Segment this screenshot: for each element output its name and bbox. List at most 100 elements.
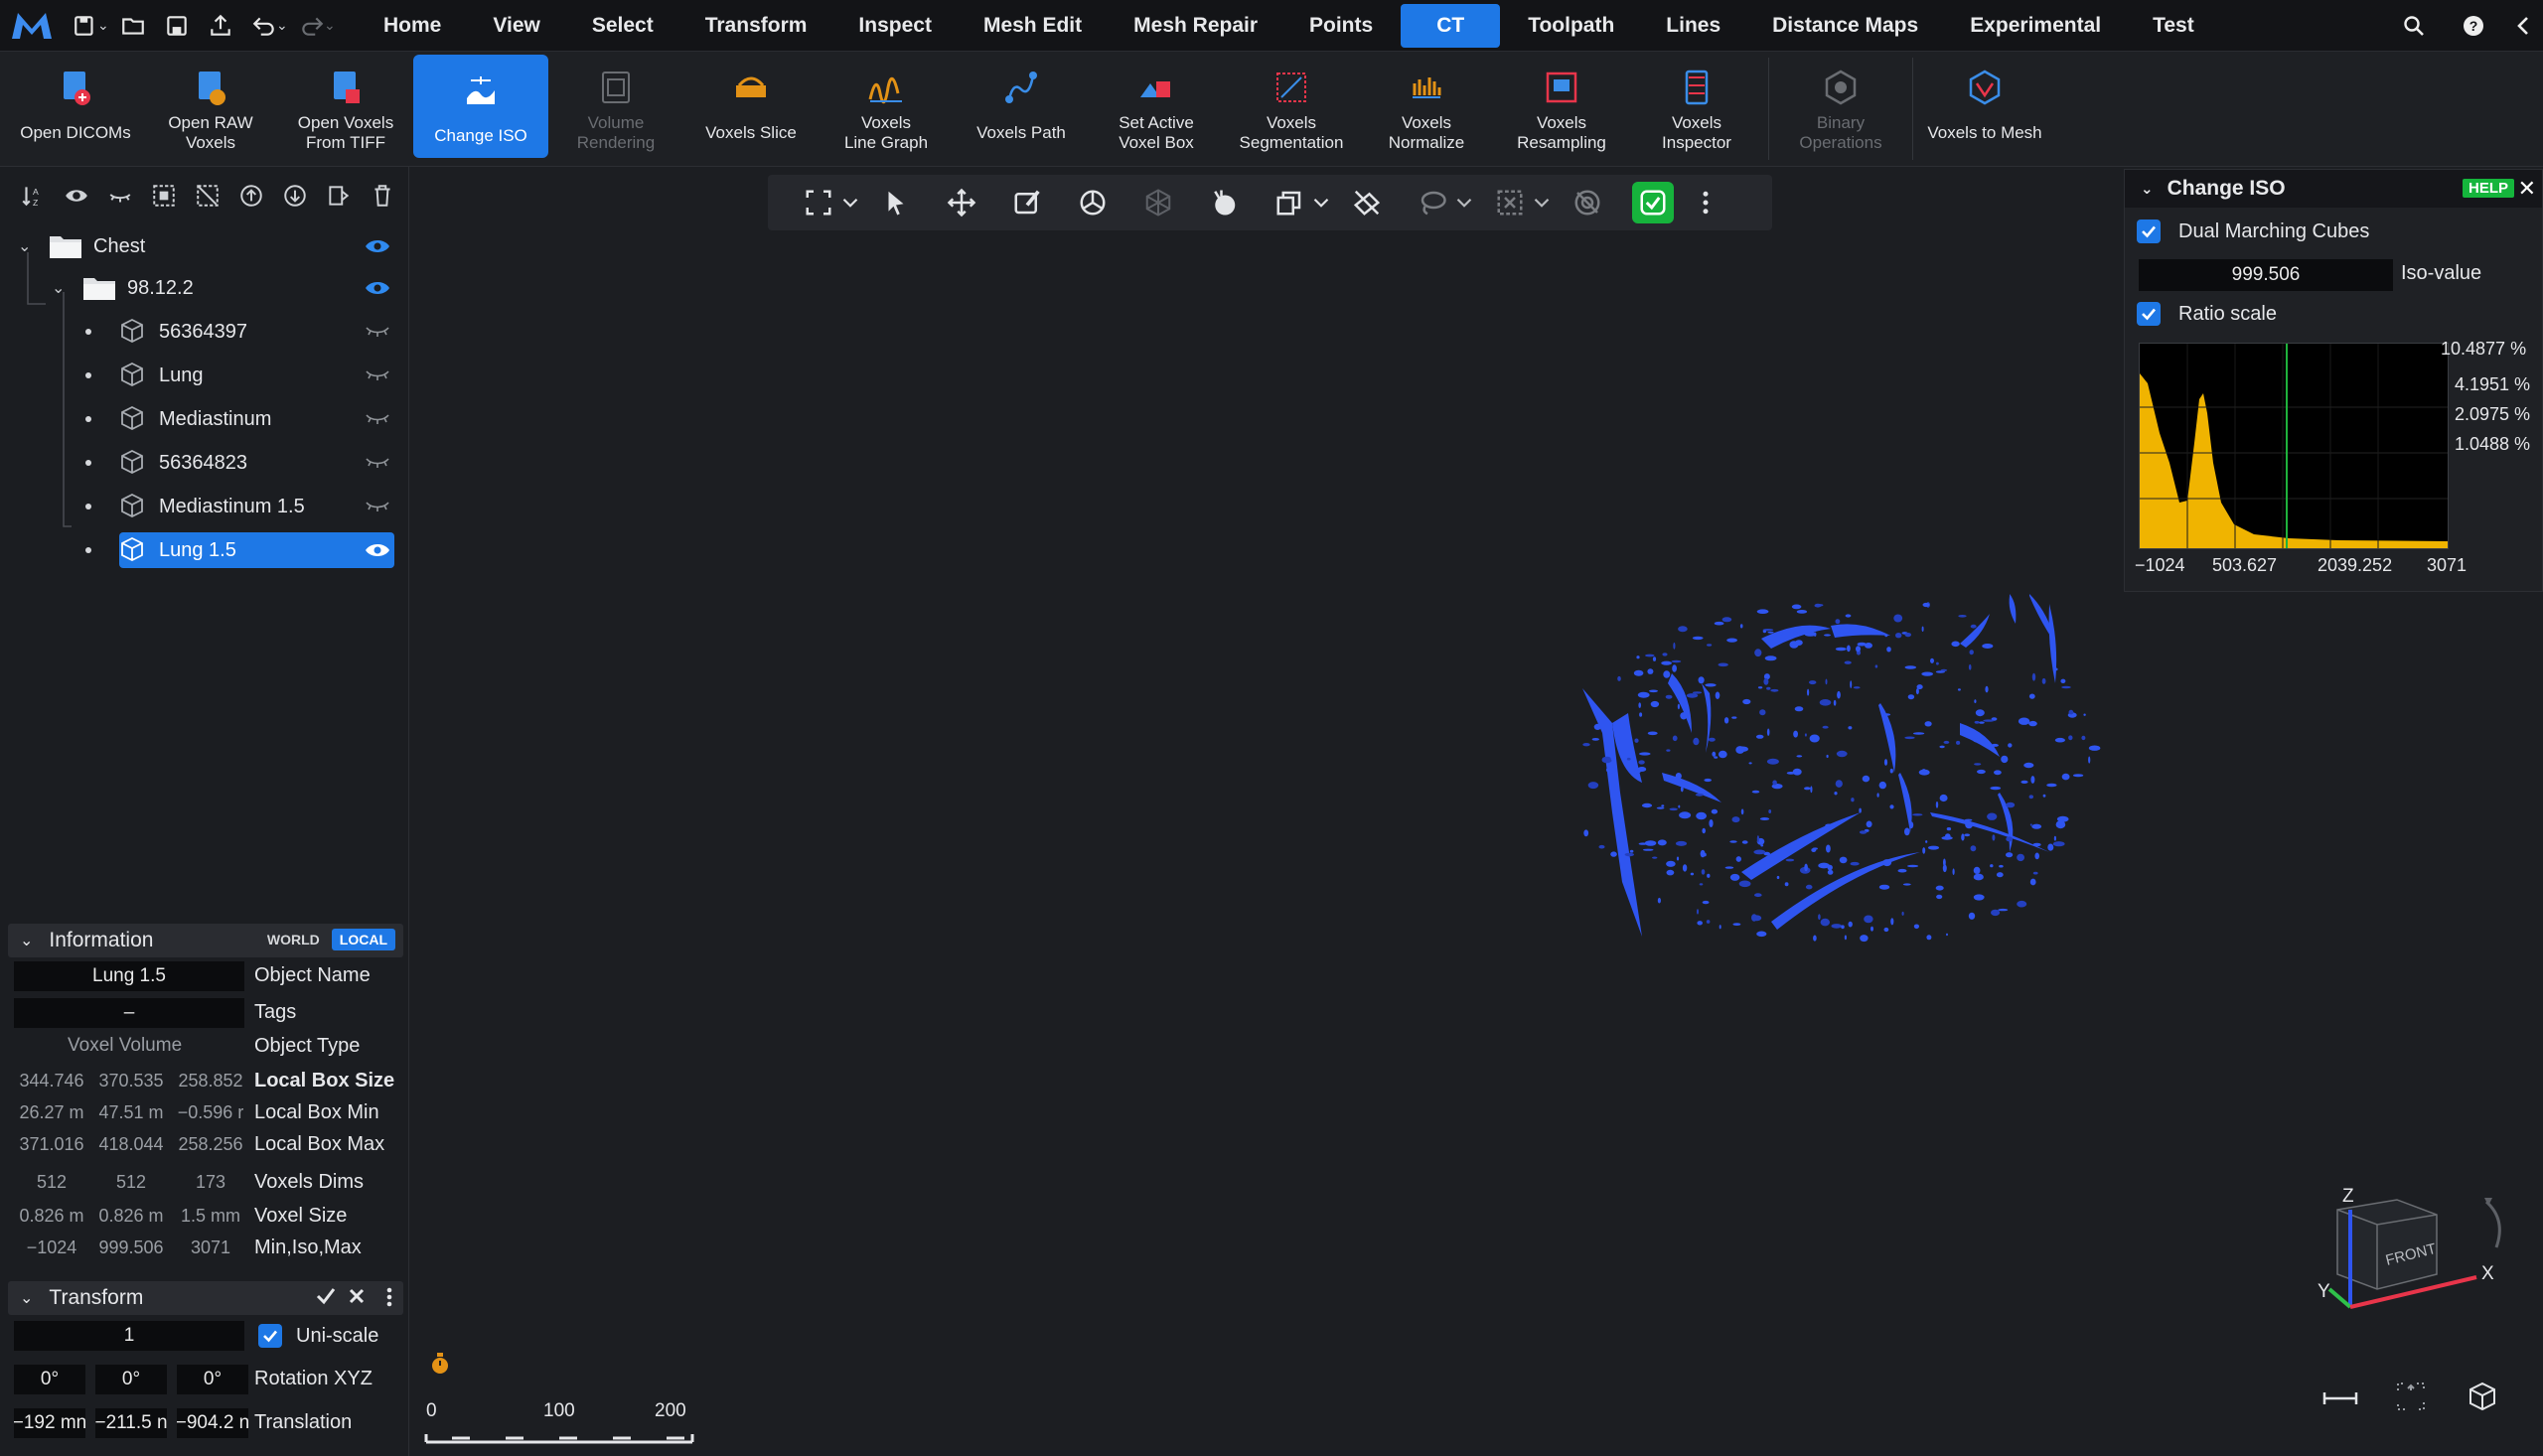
tree-item-lung[interactable]: Lung <box>85 356 395 395</box>
voxels-line-graph-button[interactable]: Voxels Line Graph <box>819 52 954 166</box>
move-icon[interactable] <box>929 175 994 230</box>
rotation-y-field[interactable]: 0° <box>95 1365 167 1394</box>
tree-item-mediastinum-1-5[interactable]: Mediastinum 1.5 <box>85 487 395 526</box>
local-toggle[interactable]: LOCAL <box>331 929 395 950</box>
menu-home[interactable]: Home <box>358 0 467 52</box>
uniscale-checkbox-row[interactable]: Uni-scale <box>258 1324 378 1348</box>
menu-lines[interactable]: Lines <box>1640 0 1746 52</box>
open-dicoms-button[interactable]: Open DICOMs <box>8 52 143 166</box>
open-folder-icon[interactable] <box>111 6 155 46</box>
dual-marching-cubes-row[interactable]: Dual Marching Cubes <box>2137 219 2369 243</box>
orbit-icon[interactable] <box>1060 175 1125 230</box>
menu-points[interactable]: Points <box>1283 0 1399 52</box>
transform-header[interactable]: ⌄ Transform <box>8 1281 403 1315</box>
menu-transform[interactable]: Transform <box>679 0 833 52</box>
disabled-gear-icon[interactable] <box>1555 175 1620 230</box>
visible-eye-icon[interactable] <box>360 273 395 303</box>
voxels-to-mesh-button[interactable]: Voxels to Mesh <box>1917 52 2052 166</box>
information-header[interactable]: ⌄ Information WORLD LOCAL <box>8 924 403 957</box>
menu-toolpath[interactable]: Toolpath <box>1502 0 1640 52</box>
tags-field[interactable]: – <box>14 998 244 1028</box>
voxels-path-button[interactable]: Voxels Path <box>954 52 1089 166</box>
fit-view-caret-icon[interactable] <box>837 175 863 230</box>
fit-selection-icon[interactable] <box>2395 1381 2427 1417</box>
visible-eye-icon[interactable] <box>360 535 395 565</box>
menu-view[interactable]: View <box>467 0 565 52</box>
set-active-voxel-box-button[interactable]: Set Active Voxel Box <box>1089 52 1224 166</box>
view-cube-icon[interactable] <box>2467 1381 2498 1417</box>
volume-rendering-button[interactable]: Volume Rendering <box>548 52 683 166</box>
deselect-all-icon[interactable] <box>189 177 226 215</box>
menu-select[interactable]: Select <box>566 0 679 52</box>
ruler-icon[interactable] <box>2322 1386 2358 1415</box>
ratio-scale-row[interactable]: Ratio scale <box>2137 302 2277 326</box>
scale-field[interactable]: 1 <box>14 1321 244 1351</box>
menu-inspect[interactable]: Inspect <box>832 0 958 52</box>
redo-history-caret-icon[interactable]: ⌄ <box>324 17 338 34</box>
view-cube-gizmo[interactable]: FRONT Z Y X <box>2318 1180 2536 1319</box>
hide-plane-icon[interactable] <box>1334 175 1400 230</box>
more-options-icon[interactable] <box>385 1285 393 1315</box>
select-all-icon[interactable] <box>145 177 183 215</box>
chevron-down-icon[interactable]: ⌄ <box>20 931 33 950</box>
delete-icon[interactable] <box>364 177 401 215</box>
menu-ct[interactable]: CT <box>1401 3 1501 48</box>
open-raw-voxels-button[interactable]: Open RAW Voxels <box>143 52 278 166</box>
ratio-scale-checkbox[interactable] <box>2137 302 2161 326</box>
open-voxels-from-tiff-button[interactable]: Open Voxels From TIFF <box>278 52 413 166</box>
more-tools-icon[interactable] <box>1686 175 1725 230</box>
dual-marching-cubes-checkbox[interactable] <box>2137 219 2161 243</box>
box-deselect-caret-icon[interactable] <box>1529 175 1555 230</box>
select-pointer-icon[interactable] <box>863 175 929 230</box>
help-icon[interactable]: ? <box>2444 0 2503 52</box>
voxels-resampling-button[interactable]: Voxels Resampling <box>1494 52 1629 166</box>
voxels-normalize-button[interactable]: Voxels Normalize <box>1359 52 1494 166</box>
hidden-eye-icon[interactable] <box>360 492 395 521</box>
voxels-slice-button[interactable]: Voxels Slice <box>683 52 819 166</box>
collapse-ribbon-icon[interactable] <box>2503 0 2543 52</box>
save-menu-caret-icon[interactable]: ⌄ <box>97 17 111 34</box>
close-icon[interactable]: ✕ <box>2518 176 2536 202</box>
visible-eye-icon[interactable] <box>360 231 395 261</box>
record-icon[interactable] <box>428 1351 452 1382</box>
hidden-eye-icon[interactable] <box>360 448 395 478</box>
move-down-icon[interactable] <box>276 177 314 215</box>
voxels-inspector-button[interactable]: Voxels Inspector <box>1629 52 1764 166</box>
voxels-segmentation-button[interactable]: Voxels Segmentation <box>1224 52 1359 166</box>
menu-mesh-repair[interactable]: Mesh Repair <box>1108 0 1283 52</box>
change-iso-button[interactable]: Change ISO <box>413 55 548 158</box>
lasso-caret-icon[interactable] <box>1451 175 1477 230</box>
clip-box-caret-icon[interactable] <box>1308 175 1334 230</box>
sort-icon[interactable]: AZ <box>14 177 52 215</box>
apply-check-icon[interactable] <box>316 1285 336 1313</box>
hide-all-icon[interactable] <box>101 177 139 215</box>
show-all-icon[interactable] <box>58 177 95 215</box>
iso-histogram[interactable] <box>2139 343 2449 549</box>
help-button[interactable]: HELP <box>2462 179 2514 198</box>
tree-item-56364397[interactable]: 56364397 <box>85 312 395 352</box>
menu-experimental[interactable]: Experimental <box>1944 0 2127 52</box>
chevron-down-icon[interactable]: ⌄ <box>2141 180 2154 198</box>
translation-x-field[interactable]: −192 mn <box>14 1408 85 1438</box>
tree-item-lung-1-5[interactable]: Lung 1.5 <box>85 530 395 570</box>
shading-icon[interactable] <box>1191 175 1257 230</box>
hidden-eye-icon[interactable] <box>360 404 395 434</box>
export-icon[interactable] <box>199 6 242 46</box>
save-as-icon[interactable] <box>155 6 199 46</box>
hidden-eye-icon[interactable] <box>360 361 395 390</box>
split-icon[interactable] <box>320 177 358 215</box>
menu-mesh-edit[interactable]: Mesh Edit <box>958 0 1108 52</box>
binary-operations-button[interactable]: Binary Operations <box>1773 52 1908 166</box>
paint-select-icon[interactable] <box>994 175 1060 230</box>
chevron-down-icon[interactable]: ⌄ <box>20 1288 33 1308</box>
menu-test[interactable]: Test <box>2127 0 2220 52</box>
tree-item-mediastinum[interactable]: Mediastinum <box>85 399 395 439</box>
search-icon[interactable] <box>2384 0 2444 52</box>
world-toggle[interactable]: WORLD <box>259 929 328 950</box>
lung-voxel-mesh[interactable] <box>1145 395 2119 1041</box>
translation-z-field[interactable]: −904.2 n <box>177 1408 248 1438</box>
translation-y-field[interactable]: −211.5 n <box>95 1408 167 1438</box>
cancel-x-icon[interactable] <box>348 1285 366 1313</box>
rotation-z-field[interactable]: 0° <box>177 1365 248 1394</box>
menu-distance-maps[interactable]: Distance Maps <box>1746 0 1944 52</box>
